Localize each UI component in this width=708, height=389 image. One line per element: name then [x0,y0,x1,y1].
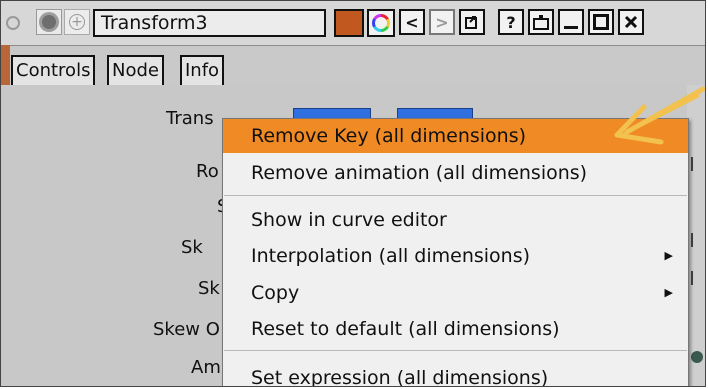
param-label-skew-x: Sk [181,237,203,258]
menu-item-label: Remove Key (all dimensions) [251,125,527,147]
menu-item-label: Set expression (all dimensions) [251,367,549,387]
menu-item-label: Show in curve editor [251,209,447,231]
menu-item-label: Copy [251,282,300,304]
menu-item-reset-default[interactable]: Reset to default (all dimensions) [223,312,688,346]
menu-item-label: Remove animation (all dimensions) [251,162,588,184]
center-node-icon[interactable] [528,9,554,35]
slider-tick [691,157,693,171]
next-icon[interactable]: > [429,9,455,35]
menu-item-interpolation[interactable]: Interpolation (all dimensions) ▶ [223,239,688,273]
param-label-rotate: Ro [196,161,219,182]
slider-tick [691,233,693,247]
tab-node[interactable]: Node [107,55,164,85]
panel-title-bar: + Transform3 < > ? [1,1,705,46]
tab-info[interactable]: Info [180,55,225,85]
submenu-arrow-icon: ▶ [664,286,673,299]
close-icon[interactable] [618,9,644,35]
menu-item-copy[interactable]: Copy ▶ [223,276,688,310]
amount-slider-knob[interactable] [691,351,703,363]
minimize-icon[interactable] [558,9,584,35]
context-menu: Remove Key (all dimensions) Remove anima… [222,118,689,387]
param-label-skew-order: Skew O [153,319,220,340]
menu-separator [224,350,687,351]
param-label-amount: Am [191,357,221,378]
add-circle-icon[interactable]: + [64,9,90,35]
panel-right-edge [687,85,705,386]
node-color-swatch[interactable] [334,9,364,37]
slider-tick [691,271,693,285]
lock-circle-icon[interactable] [6,16,20,30]
settings-gear-icon[interactable] [36,9,62,35]
tab-controls[interactable]: Controls [11,55,96,85]
previous-icon[interactable]: < [399,9,425,35]
param-label-skew-y: Sk [198,278,220,299]
menu-item-show-curve-editor[interactable]: Show in curve editor [223,203,688,237]
maximize-icon[interactable] [588,9,614,35]
menu-item-label: Interpolation (all dimensions) [251,245,531,267]
menu-item-remove-animation[interactable]: Remove animation (all dimensions) [223,156,688,190]
param-label-translate: Trans [166,108,214,129]
submenu-arrow-icon: ▶ [664,249,673,262]
node-name-field[interactable]: Transform3 [93,9,326,37]
menu-item-remove-key[interactable]: Remove Key (all dimensions) [223,119,688,153]
menu-item-label: Reset to default (all dimensions) [251,318,560,340]
help-icon[interactable]: ? [498,9,524,35]
restore-icon[interactable] [459,9,485,35]
transform3-properties-panel: + Transform3 < > ? Controls Node Info Tr… [0,0,706,387]
menu-item-set-expression[interactable]: Set expression (all dimensions) [223,361,688,387]
menu-separator [224,195,687,196]
color-wheel-icon[interactable] [367,9,395,37]
